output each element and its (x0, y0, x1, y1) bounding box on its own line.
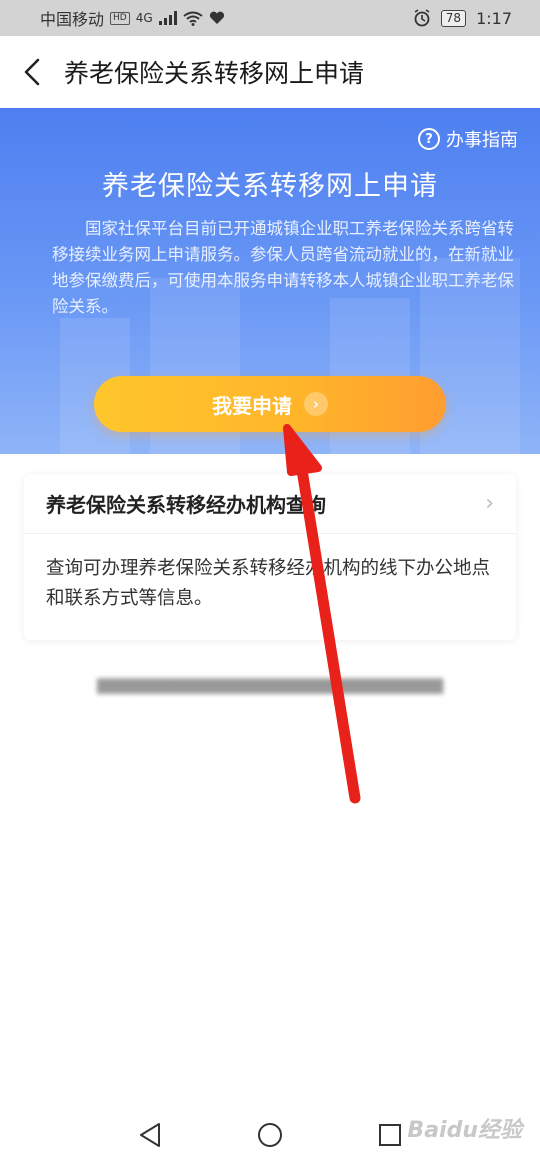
network-type: 4G (135, 11, 153, 25)
apply-button-label: 我要申请 (212, 393, 292, 418)
system-back-button[interactable] (125, 1110, 175, 1160)
clock: 1:17 (476, 8, 512, 28)
battery-indicator: 78 (440, 9, 467, 27)
chevron-right-icon: › (485, 491, 494, 516)
back-button[interactable] (0, 36, 64, 108)
card-title: 养老保险关系转移经办机构查询 (46, 493, 326, 517)
blurred-footnote: ▇▇▇▇▇▇▇▇▇▇▇▇▇▇▇▇▇▇▇▇▇▇▇▇▇▇▇▇▇▇ (92, 676, 448, 694)
guide-label: 办事指南 (446, 130, 518, 151)
triangle-back-icon (140, 1123, 160, 1147)
heart-icon (209, 11, 224, 24)
carrier-label: 中国移动 (40, 10, 105, 29)
circle-home-icon (258, 1123, 282, 1147)
agency-query-card[interactable]: 养老保险关系转移经办机构查询 › 查询可办理养老保险关系转移经办机构的线下办公地… (24, 474, 516, 640)
card-description: 查询可办理养老保险关系转移经办机构的线下办公地点和联系方式等信息。 (46, 558, 491, 609)
chevron-left-icon (24, 58, 40, 86)
system-home-button[interactable] (245, 1110, 295, 1160)
hero-description: 国家社保平台目前已开通城镇企业职工养老保险关系跨省转移接续业务网上申请服务。参保… (52, 219, 514, 316)
chevron-right-circle-icon: › (304, 392, 328, 416)
navigation-bar: 养老保险关系转移网上申请 (0, 36, 540, 108)
question-circle-icon: ? (418, 128, 440, 150)
guide-link[interactable]: ? 办事指南 (418, 126, 518, 152)
apply-button[interactable]: 我要申请 › (94, 376, 446, 432)
signal-icon (158, 11, 177, 25)
alarm-icon (414, 9, 430, 27)
page-title: 养老保险关系转移网上申请 (64, 59, 365, 88)
hero-title: 养老保险关系转移网上申请 (102, 171, 438, 202)
card-header: 养老保险关系转移经办机构查询 › (24, 474, 516, 534)
watermark: Baidu经验 (407, 1118, 522, 1143)
square-recent-icon (379, 1124, 401, 1146)
wifi-icon (183, 11, 203, 26)
hero-banner: ? 办事指南 养老保险关系转移网上申请 国家社保平台目前已开通城镇企业职工养老保… (0, 108, 540, 454)
hd-badge: HD (110, 11, 130, 25)
status-bar: 中国移动 HD 4G 78 1:17 (0, 0, 540, 36)
